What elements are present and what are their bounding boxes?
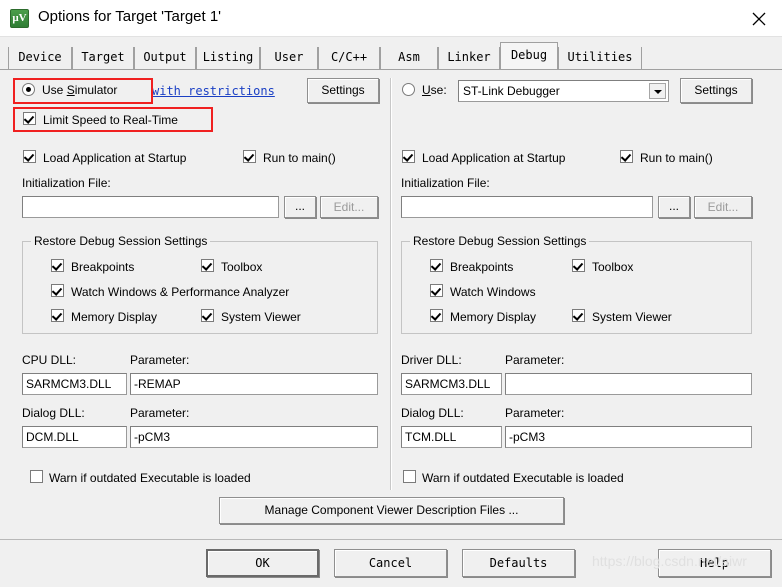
left-load-app-label: Load Application at Startup <box>43 151 187 165</box>
right-dialog-dll-label: Dialog DLL: <box>401 406 464 420</box>
debugger-settings-button[interactable]: Settings <box>680 78 752 103</box>
help-button[interactable]: Help <box>658 549 771 577</box>
tab-debug[interactable]: Debug <box>500 42 558 69</box>
right-breakpoints-label: Breakpoints <box>450 260 514 274</box>
left-toolbox-checkbox[interactable] <box>201 259 214 272</box>
tab-user[interactable]: User <box>260 47 318 69</box>
right-memory-display-label: Memory Display <box>450 310 537 324</box>
left-dialog-dll-input[interactable]: DCM.DLL <box>22 426 127 448</box>
right-system-viewer-checkbox[interactable] <box>572 309 585 322</box>
right-system-viewer-label: System Viewer <box>592 310 672 324</box>
use-debugger-radio[interactable] <box>402 83 415 96</box>
right-dialog-parameter-input[interactable]: -pCM3 <box>505 426 752 448</box>
driver-dll-input[interactable]: SARMCM3.DLL <box>401 373 502 395</box>
left-dialog-dll-label: Dialog DLL: <box>22 406 85 420</box>
right-load-app-checkbox[interactable] <box>402 150 415 163</box>
with-restrictions-link[interactable]: with restrictions <box>152 84 275 98</box>
right-warn-outdated-checkbox[interactable] <box>403 470 416 483</box>
close-button[interactable] <box>736 0 782 36</box>
limit-speed-checkbox[interactable] <box>23 112 36 125</box>
left-browse-button[interactable]: ... <box>284 196 316 218</box>
tab-device[interactable]: Device <box>8 47 72 69</box>
right-run-to-main-label: Run to main() <box>640 151 713 165</box>
left-memory-display-label: Memory Display <box>71 310 158 324</box>
left-restore-session-title: Restore Debug Session Settings <box>31 234 211 248</box>
left-run-to-main-checkbox[interactable] <box>243 150 256 163</box>
uvision-logo-glyph: µV <box>12 12 27 24</box>
title-bar: µV Options for Target 'Target 1' <box>0 0 782 37</box>
driver-dll-label: Driver DLL: <box>401 353 462 367</box>
left-system-viewer-label: System Viewer <box>221 310 301 324</box>
cpu-parameter-input[interactable]: -REMAP <box>130 373 378 395</box>
tab-target[interactable]: Target <box>72 47 134 69</box>
right-init-file-label: Initialization File: <box>401 176 490 190</box>
right-run-to-main-checkbox[interactable] <box>620 150 633 163</box>
cpu-parameter-label: Parameter: <box>130 353 190 367</box>
debug-tab-panel: Use Simulator with restrictions Settings… <box>0 69 782 539</box>
driver-parameter-label: Parameter: <box>505 353 565 367</box>
panel-divider <box>390 78 392 490</box>
left-memory-display-checkbox[interactable] <box>51 309 64 322</box>
dialog-footer: OK Cancel Defaults Help <box>0 539 782 587</box>
right-breakpoints-checkbox[interactable] <box>430 259 443 272</box>
tab-strip: Device Target Output Listing User C/C++ Asm Lin… <box>0 37 782 70</box>
right-restore-session-group: Restore Debug Session Settings Breakpoin… <box>401 234 752 334</box>
right-toolbox-label: Toolbox <box>592 260 634 274</box>
use-debugger-label: Use: <box>422 83 447 97</box>
tab-linker[interactable]: Linker <box>438 47 500 69</box>
tab-output[interactable]: Output <box>134 47 196 69</box>
left-warn-outdated-checkbox[interactable] <box>30 470 43 483</box>
left-breakpoints-label: Breakpoints <box>71 260 135 274</box>
chevron-down-icon[interactable] <box>649 83 666 99</box>
right-watch-windows-checkbox[interactable] <box>430 284 443 297</box>
right-browse-button[interactable]: ... <box>658 196 690 218</box>
right-dialog-dll-input[interactable]: TCM.DLL <box>401 426 502 448</box>
limit-speed-label: Limit Speed to Real-Time <box>43 113 178 127</box>
left-load-app-checkbox[interactable] <box>23 150 36 163</box>
left-breakpoints-checkbox[interactable] <box>51 259 64 272</box>
left-watch-windows-checkbox[interactable] <box>51 284 64 297</box>
right-init-file-input[interactable] <box>401 196 653 218</box>
right-watch-windows-label: Watch Windows <box>450 285 536 299</box>
close-icon <box>752 12 766 26</box>
tab-utilities[interactable]: Utilities <box>558 47 642 69</box>
left-toolbox-label: Toolbox <box>221 260 263 274</box>
right-dialog-parameter-label: Parameter: <box>505 406 565 420</box>
use-simulator-radio[interactable] <box>22 83 35 96</box>
tab-asm[interactable]: Asm <box>380 47 438 69</box>
left-edit-button[interactable]: Edit... <box>320 196 378 218</box>
tab-c-c[interactable]: C/C++ <box>318 47 380 69</box>
debugger-select-value: ST-Link Debugger <box>463 84 560 98</box>
left-watch-windows-label: Watch Windows & Performance Analyzer <box>71 285 290 299</box>
cpu-dll-input[interactable]: SARMCM3.DLL <box>22 373 127 395</box>
right-edit-button[interactable]: Edit... <box>694 196 752 218</box>
right-warn-outdated-label: Warn if outdated Executable is loaded <box>422 471 624 485</box>
left-dialog-parameter-input[interactable]: -pCM3 <box>130 426 378 448</box>
right-load-app-label: Load Application at Startup <box>422 151 566 165</box>
left-init-file-label: Initialization File: <box>22 176 111 190</box>
debugger-select[interactable]: ST-Link Debugger <box>458 80 669 102</box>
left-warn-outdated-label: Warn if outdated Executable is loaded <box>49 471 251 485</box>
window-title: Options for Target 'Target 1' <box>38 8 222 25</box>
right-memory-display-checkbox[interactable] <box>430 309 443 322</box>
simulator-settings-button[interactable]: Settings <box>307 78 379 103</box>
left-run-to-main-label: Run to main() <box>263 151 336 165</box>
cpu-dll-label: CPU DLL: <box>22 353 77 367</box>
left-system-viewer-checkbox[interactable] <box>201 309 214 322</box>
right-toolbox-checkbox[interactable] <box>572 259 585 272</box>
right-restore-session-title: Restore Debug Session Settings <box>410 234 590 248</box>
driver-parameter-input[interactable] <box>505 373 752 395</box>
manage-component-viewer-button[interactable]: Manage Component Viewer Description File… <box>219 497 564 524</box>
ok-button[interactable]: OK <box>206 549 319 577</box>
uvision-logo-icon: µV <box>10 9 29 28</box>
cancel-button[interactable]: Cancel <box>334 549 447 577</box>
left-init-file-input[interactable] <box>22 196 279 218</box>
use-simulator-label: Use Simulator <box>42 83 118 97</box>
tab-listing[interactable]: Listing <box>196 47 260 69</box>
left-dialog-parameter-label: Parameter: <box>130 406 190 420</box>
defaults-button[interactable]: Defaults <box>462 549 575 577</box>
left-restore-session-group: Restore Debug Session Settings Breakpoin… <box>22 234 378 334</box>
